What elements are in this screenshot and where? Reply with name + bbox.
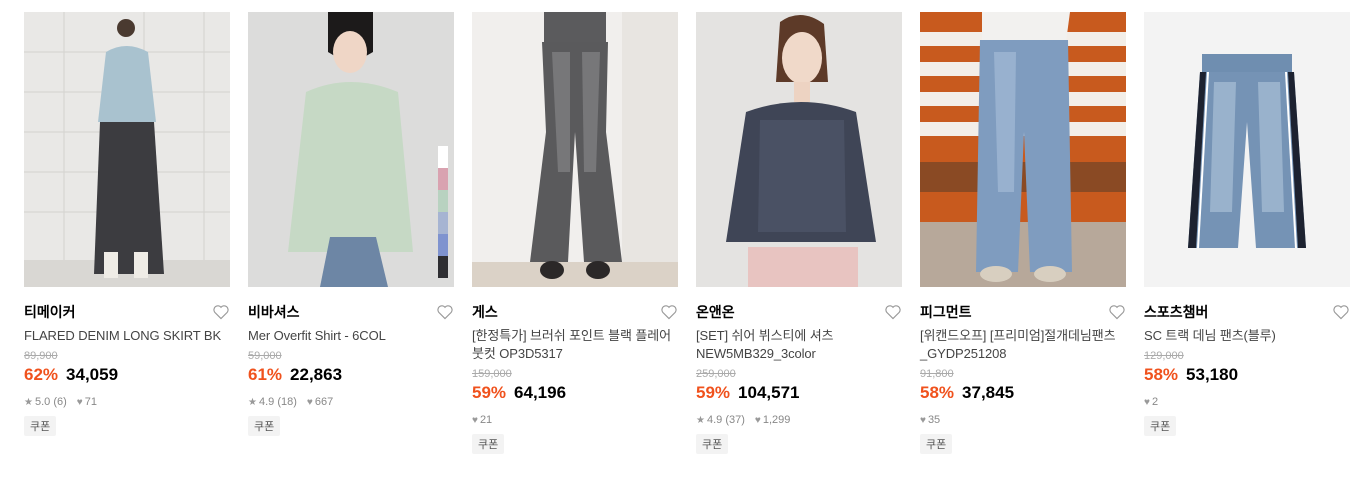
discount-rate: 61% (248, 365, 283, 384)
likes: ♥ 71 (77, 396, 97, 408)
star-icon: ★ (24, 396, 33, 408)
swatch[interactable] (438, 212, 448, 234)
original-price: 129,000 (1144, 350, 1184, 362)
original-price: 259,000 (696, 368, 736, 380)
product-title[interactable]: [한정특가] 브러쉬 포인트 블랙 플레어 붓컷 OP3D5317 (472, 327, 678, 363)
sale-price: 64,196 (514, 383, 567, 402)
product-title[interactable]: FLARED DENIM LONG SKIRT BK (24, 327, 230, 345)
coupon-badge[interactable]: 쿠폰 (248, 416, 281, 436)
swatch[interactable] (438, 256, 448, 278)
product-card[interactable]: 티메이커 FLARED DENIM LONG SKIRT BK 89,900 6… (24, 12, 230, 454)
product-photo (24, 12, 230, 287)
product-image[interactable] (696, 12, 902, 287)
color-swatches (438, 146, 448, 278)
product-photo (248, 12, 454, 287)
swatch[interactable] (438, 146, 448, 168)
likes: ♥ 2 (1144, 396, 1158, 408)
rating-value: 4.9 (37) (706, 414, 745, 426)
sale-price: 22,863 (290, 365, 343, 384)
coupon-badge[interactable]: 쿠폰 (24, 416, 57, 436)
original-price: 89,900 (24, 350, 58, 362)
swatch[interactable] (438, 168, 448, 190)
heart-outline-icon[interactable] (1332, 304, 1350, 320)
discount-rate: 58% (920, 383, 955, 402)
coupon-badge[interactable]: 쿠폰 (1144, 416, 1177, 436)
original-price: 91,800 (920, 368, 954, 380)
product-photo (1144, 12, 1350, 287)
heart-outline-icon[interactable] (884, 304, 902, 320)
likes: ♥ 667 (307, 396, 333, 408)
rating-value: 5.0 (6) (34, 396, 67, 408)
heart-icon: ♥ (920, 414, 926, 426)
product-card[interactable]: 피그먼트 [위캔드오프] [프리미엄]절개데님팬츠_GYDP251208 91,… (920, 12, 1126, 454)
brand-name[interactable]: 티메이커 (24, 302, 76, 322)
heart-icon: ♥ (76, 396, 83, 408)
original-price: 159,000 (472, 368, 512, 380)
product-title[interactable]: SC 트랙 데님 팬츠(블루) (1144, 327, 1350, 345)
rating-value: 4.9 (18) (258, 396, 297, 408)
heart-outline-icon[interactable] (1108, 304, 1126, 320)
likes-count: 2 (1151, 396, 1159, 408)
brand-name[interactable]: 게스 (472, 302, 498, 322)
heart-icon: ♥ (472, 414, 478, 426)
product-image[interactable] (24, 12, 230, 287)
discount-rate: 62% (24, 365, 59, 384)
swatch[interactable] (438, 190, 448, 212)
product-grid: 티메이커 FLARED DENIM LONG SKIRT BK 89,900 6… (24, 12, 1350, 454)
original-price: 59,000 (248, 350, 282, 362)
coupon-badge[interactable]: 쿠폰 (920, 434, 953, 454)
likes: ♥ 35 (920, 414, 940, 426)
heart-outline-icon[interactable] (436, 304, 454, 320)
sale-price: 53,180 (1186, 365, 1239, 384)
discount-rate: 59% (696, 383, 731, 402)
sale-price: 34,059 (66, 365, 119, 384)
likes-count: 21 (479, 414, 493, 426)
sale-price: 104,571 (738, 383, 800, 402)
likes: ♥ 1,299 (755, 414, 790, 426)
brand-name[interactable]: 온앤온 (696, 302, 735, 322)
heart-icon: ♥ (754, 414, 761, 426)
heart-outline-icon[interactable] (660, 304, 678, 320)
likes-count: 667 (314, 396, 334, 408)
likes: ♥ 21 (472, 414, 492, 426)
heart-icon: ♥ (1144, 396, 1150, 408)
coupon-badge[interactable]: 쿠폰 (696, 434, 729, 454)
star-icon: ★ (248, 396, 257, 408)
rating: ★ 5.0 (6) (24, 396, 67, 408)
brand-name[interactable]: 스포츠챔버 (1144, 302, 1208, 322)
product-card[interactable]: 스포츠챔버 SC 트랙 데님 팬츠(블루) 129,000 58% 53,180… (1144, 12, 1350, 454)
brand-name[interactable]: 비바셔스 (248, 302, 300, 322)
heart-outline-icon[interactable] (212, 304, 230, 320)
rating: ★ 4.9 (37) (696, 414, 745, 426)
coupon-badge[interactable]: 쿠폰 (472, 434, 505, 454)
product-card[interactable]: 비바셔스 Mer Overfit Shirt - 6COL 59,000 61%… (248, 12, 454, 454)
rating: ★ 4.9 (18) (248, 396, 297, 408)
product-image[interactable] (248, 12, 454, 287)
star-icon: ★ (696, 414, 705, 426)
likes-count: 1,299 (762, 414, 791, 426)
sale-price: 37,845 (962, 383, 1015, 402)
likes-count: 71 (84, 396, 97, 408)
discount-rate: 58% (1144, 365, 1179, 384)
product-title[interactable]: [위캔드오프] [프리미엄]절개데님팬츠_GYDP251208 (920, 327, 1126, 363)
product-title[interactable]: Mer Overfit Shirt - 6COL (248, 327, 454, 345)
product-image[interactable] (472, 12, 678, 287)
product-photo (472, 12, 678, 287)
swatch[interactable] (438, 234, 448, 256)
product-photo (920, 12, 1126, 287)
product-card[interactable]: 게스 [한정특가] 브러쉬 포인트 블랙 플레어 붓컷 OP3D5317 159… (472, 12, 678, 454)
product-image[interactable] (920, 12, 1126, 287)
product-card[interactable]: 온앤온 [SET] 쉬어 뷔스티에 셔츠 NEW5MB329_3color 25… (696, 12, 902, 454)
product-title[interactable]: [SET] 쉬어 뷔스티에 셔츠 NEW5MB329_3color (696, 327, 902, 363)
heart-icon: ♥ (306, 396, 313, 408)
likes-count: 35 (927, 414, 941, 426)
product-photo (696, 12, 902, 287)
discount-rate: 59% (472, 383, 507, 402)
product-image[interactable] (1144, 12, 1350, 287)
brand-name[interactable]: 피그먼트 (920, 302, 972, 322)
